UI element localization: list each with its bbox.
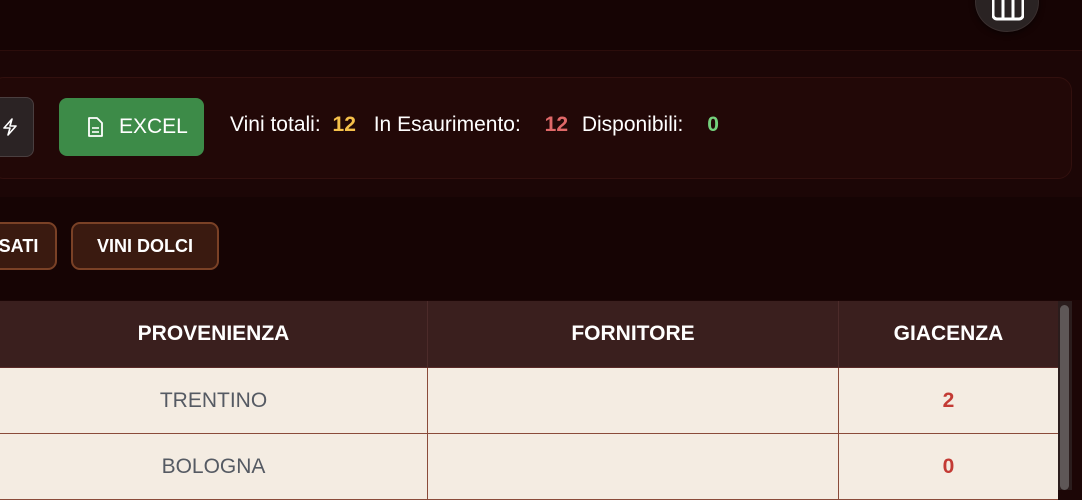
- bolt-icon: [3, 118, 17, 136]
- filter-chip[interactable]: SATI: [0, 222, 57, 270]
- cell-giacenza: 0: [942, 454, 955, 478]
- available-value: 0: [707, 113, 719, 136]
- table-grid-icon: [992, 0, 1024, 21]
- table-header: PROVENIENZA FORNITORE GIACENZA: [0, 301, 1058, 368]
- top-bar: [0, 0, 1082, 51]
- cell-giacenza: 2: [942, 388, 955, 412]
- wine-table: PROVENIENZA FORNITORE GIACENZA TRENTINO …: [0, 301, 1058, 500]
- available-label: Disponibili:: [581, 113, 684, 136]
- stats-summary: Vini totali: 12 In Esaurimento: 12 Dispo…: [230, 113, 719, 137]
- quick-action-button[interactable]: [0, 97, 34, 157]
- low-stock-value: 12: [544, 113, 568, 136]
- low-stock-label: In Esaurimento:: [373, 113, 521, 136]
- total-wines-value: 12: [332, 113, 356, 136]
- cell-fornitore: [428, 368, 839, 433]
- cell-provenienza: TRENTINO: [0, 368, 428, 433]
- cell-fornitore: [428, 434, 839, 499]
- filter-chip-vini-dolci[interactable]: VINI DOLCI: [71, 222, 219, 270]
- total-wines-label: Vini totali:: [230, 113, 321, 136]
- table-scrollbar[interactable]: [1058, 301, 1072, 490]
- document-icon: [88, 117, 103, 137]
- excel-button-label: EXCEL: [119, 115, 188, 138]
- excel-export-button[interactable]: EXCEL: [59, 98, 204, 156]
- cell-provenienza: BOLOGNA: [0, 434, 428, 499]
- column-header-fornitore[interactable]: FORNITORE: [428, 301, 839, 367]
- table-row[interactable]: BOLOGNA 0: [0, 434, 1058, 500]
- scrollbar-thumb[interactable]: [1060, 305, 1069, 490]
- column-header-provenienza[interactable]: PROVENIENZA: [0, 301, 428, 367]
- column-header-giacenza[interactable]: GIACENZA: [839, 301, 1058, 367]
- table-row[interactable]: TRENTINO 2: [0, 368, 1058, 434]
